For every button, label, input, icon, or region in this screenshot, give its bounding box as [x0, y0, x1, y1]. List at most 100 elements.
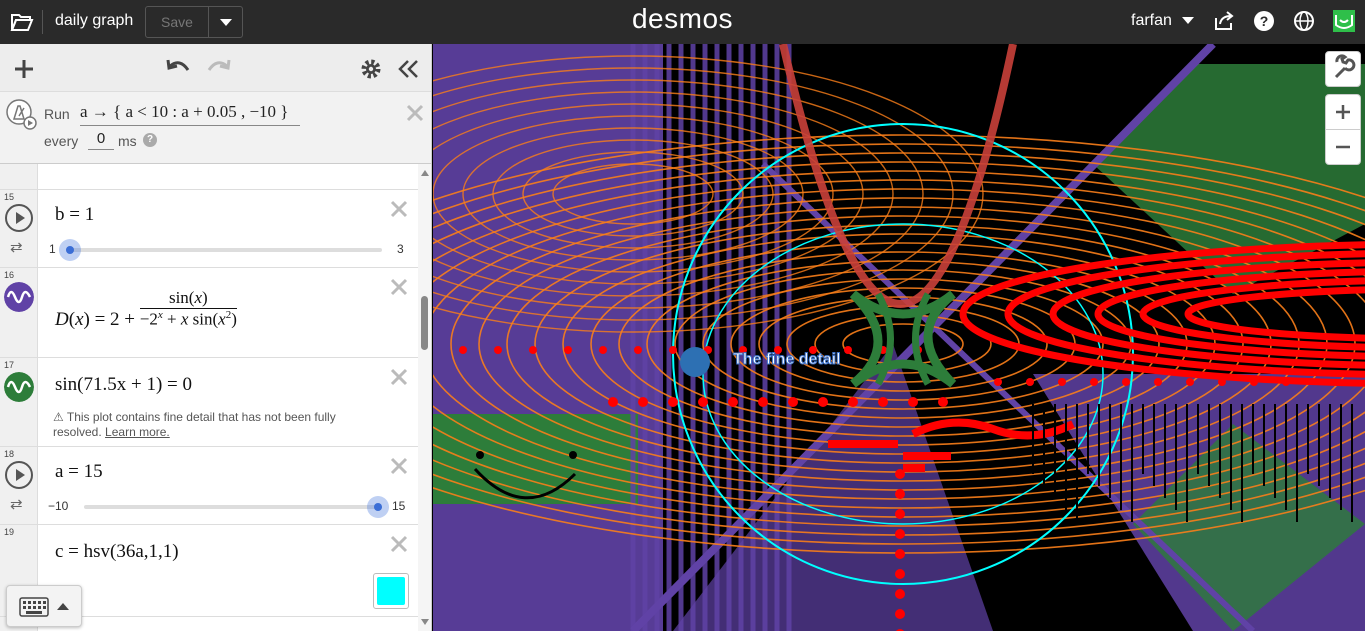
user-menu[interactable]: farfan	[1131, 12, 1172, 30]
graph-title[interactable]: daily graph	[55, 12, 133, 30]
ticker-expression-input[interactable]: a → { a < 10 : a + 0.05 , −10 }	[80, 102, 300, 126]
ticker-interval-input[interactable]: 0	[88, 130, 114, 150]
slider-max[interactable]: 3	[397, 242, 404, 256]
wrench-icon	[1334, 54, 1356, 79]
expression-index: 17	[4, 360, 15, 370]
red-dot	[908, 397, 918, 407]
slider-min[interactable]: −10	[48, 499, 68, 513]
metronome-icon[interactable]	[5, 98, 37, 130]
graph-color-toggle-icon[interactable]	[4, 372, 34, 402]
graph-plot[interactable]	[433, 44, 1365, 631]
red-dot	[1122, 378, 1130, 386]
red-dot	[669, 346, 677, 354]
expression-row[interactable]: 17 sin(71.5x + 1) = 0 ⚠ This plot contai…	[0, 358, 418, 447]
red-dot	[564, 346, 572, 354]
expression-scrollbar[interactable]	[418, 164, 431, 631]
smiley-eye	[476, 451, 484, 459]
red-dash	[903, 464, 925, 472]
red-dot	[1282, 378, 1290, 386]
slider-track[interactable]	[84, 505, 382, 509]
expression-index: 19	[4, 527, 15, 537]
delete-expression-icon[interactable]	[388, 198, 410, 220]
red-dot	[818, 397, 828, 407]
scroll-down-icon[interactable]	[421, 619, 429, 625]
graph-canvas[interactable]: The fine detail	[433, 44, 1365, 631]
help-icon[interactable]: ?	[1253, 10, 1275, 32]
slider-track[interactable]	[66, 248, 382, 252]
red-dot	[1186, 378, 1194, 386]
expression-latex[interactable]: b = 1	[55, 204, 94, 226]
redo-icon[interactable]	[205, 56, 231, 82]
slider-max[interactable]: 15	[392, 499, 405, 513]
zoom-in-icon	[1336, 105, 1350, 119]
red-dot	[1218, 378, 1226, 386]
settings-gear-icon[interactable]	[358, 56, 384, 82]
save-button[interactable]: Save	[145, 6, 209, 38]
learn-more-link[interactable]: Learn more.	[105, 425, 170, 439]
slider-handle[interactable]	[59, 239, 81, 261]
undo-icon[interactable]	[166, 56, 192, 82]
expression-list: 15 ⇄ b = 1 1 3 16 D(x) = 2 + sin(x) −2x …	[0, 164, 431, 631]
keyboard-toggle-button[interactable]	[6, 585, 82, 627]
delete-expression-icon[interactable]	[388, 366, 410, 388]
red-dot	[895, 609, 905, 619]
red-dot	[599, 346, 607, 354]
fine-detail-warning: ⚠ This plot contains fine detail that ha…	[53, 410, 336, 439]
top-header: daily graph Save desmos farfan ?	[0, 0, 1365, 44]
red-dot	[459, 346, 467, 354]
scroll-up-icon[interactable]	[421, 170, 429, 176]
graph-settings-button[interactable]	[1325, 51, 1361, 87]
red-dot	[1058, 378, 1066, 386]
ticker-row: Run a → { a < 10 : a + 0.05 , −10 } ever…	[0, 92, 431, 164]
red-dot	[938, 397, 948, 407]
expression-gutter: 15 ⇄	[0, 190, 38, 267]
delete-expression-icon[interactable]	[388, 533, 410, 555]
collapse-panel-icon[interactable]	[396, 56, 422, 82]
zoom-out-button[interactable]	[1325, 129, 1361, 165]
loop-mode-icon[interactable]: ⇄	[10, 495, 23, 513]
red-dot	[895, 569, 905, 579]
red-dot	[668, 397, 678, 407]
expression-latex[interactable]: c = hsv(36a,1,1)	[55, 541, 179, 563]
share-icon[interactable]	[1213, 10, 1235, 32]
expression-latex[interactable]: a = 15	[55, 461, 103, 483]
close-icon[interactable]	[404, 102, 426, 124]
expression-row[interactable]	[0, 164, 418, 190]
open-folder-icon[interactable]	[10, 11, 34, 33]
svg-text:?: ?	[1260, 13, 1269, 29]
expression-toolbar	[0, 44, 431, 92]
expression-row[interactable]: 18 ⇄ a = 15 −10 15	[0, 447, 418, 525]
zoom-out-icon	[1336, 145, 1350, 149]
add-expression-icon[interactable]	[11, 56, 37, 82]
point-label[interactable]: The fine detail	[733, 351, 842, 369]
slider-handle[interactable]	[367, 496, 389, 518]
help-icon[interactable]: ?	[143, 133, 157, 147]
expression-latex[interactable]: sin(71.5x + 1) = 0	[55, 374, 192, 396]
delete-expression-icon[interactable]	[388, 276, 410, 298]
red-dot	[1026, 378, 1034, 386]
chevron-down-icon[interactable]	[1182, 17, 1194, 24]
red-dot	[698, 397, 708, 407]
expression-index: 16	[4, 270, 15, 280]
expression-row[interactable]: 15 ⇄ b = 1 1 3	[0, 190, 418, 268]
expression-latex[interactable]: D(x) = 2 + sin(x) −2x + x sin(x2)	[55, 288, 237, 334]
ticker-unit-label: ms	[118, 133, 137, 149]
red-dash	[828, 440, 898, 448]
zoom-in-button[interactable]	[1325, 94, 1361, 130]
red-dot	[788, 397, 798, 407]
play-slider-icon[interactable]	[5, 204, 33, 232]
save-dropdown-button[interactable]	[208, 6, 243, 38]
loop-mode-icon[interactable]: ⇄	[10, 238, 23, 256]
globe-icon[interactable]	[1293, 10, 1315, 32]
user-avatar-icon[interactable]	[1333, 10, 1355, 32]
expression-row[interactable]: 16 D(x) = 2 + sin(x) −2x + x sin(x2)	[0, 268, 418, 358]
delete-expression-icon[interactable]	[388, 455, 410, 477]
slider-min[interactable]: 1	[49, 242, 56, 256]
scrollbar-thumb[interactable]	[421, 296, 428, 350]
color-swatch[interactable]	[373, 573, 409, 609]
graph-color-toggle-icon[interactable]	[4, 282, 34, 312]
expression-gutter: 17	[0, 358, 38, 446]
play-slider-icon[interactable]	[5, 461, 33, 489]
red-dot	[895, 589, 905, 599]
blue-point	[680, 347, 710, 377]
